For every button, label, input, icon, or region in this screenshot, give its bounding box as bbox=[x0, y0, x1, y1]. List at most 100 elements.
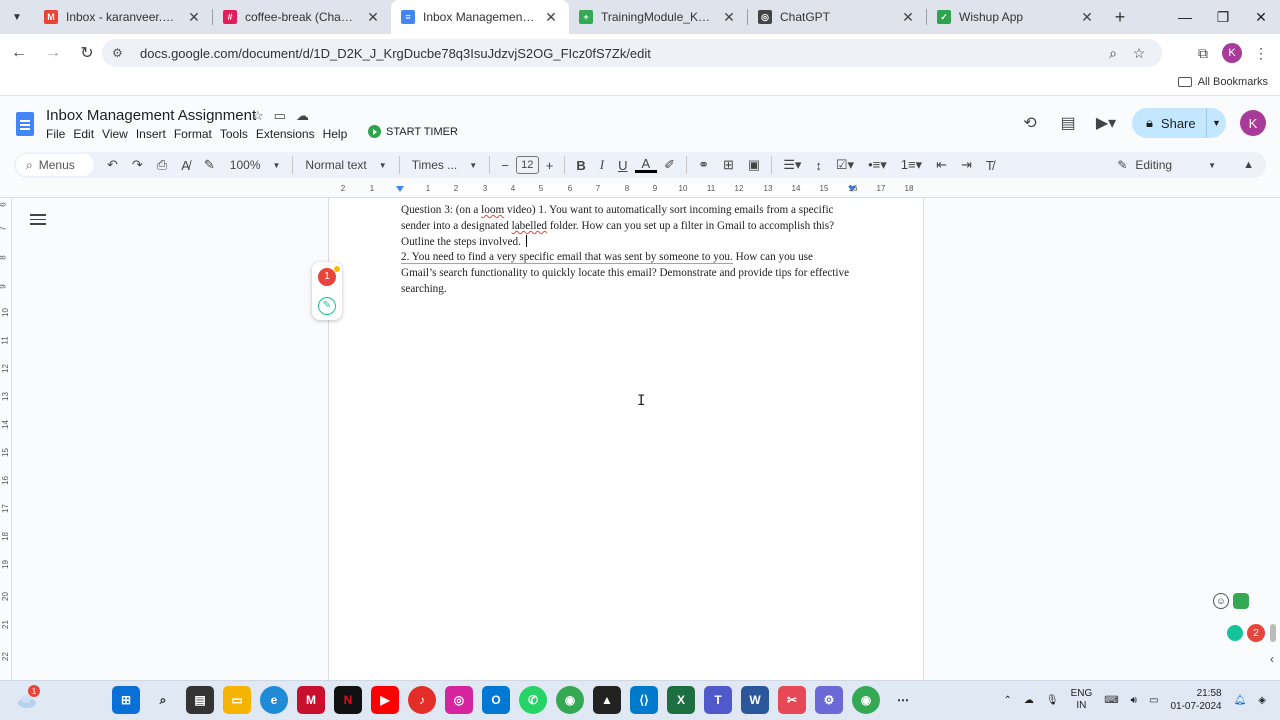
increase-indent-icon[interactable]: ⇥ bbox=[954, 157, 979, 173]
url-text[interactable]: docs.google.com/document/d/1D_D2K_J_KrgD… bbox=[132, 46, 1100, 61]
more-menu-icon[interactable]: ⋮ bbox=[1248, 45, 1274, 62]
checklist-icon[interactable]: ☑▾ bbox=[829, 157, 861, 173]
netflix-icon[interactable]: N bbox=[334, 686, 362, 714]
assistant-icon[interactable] bbox=[1227, 625, 1243, 641]
profile-avatar[interactable]: K bbox=[1222, 43, 1242, 63]
chevron-left-icon[interactable]: ‹ bbox=[1270, 652, 1274, 666]
numbered-list-icon[interactable]: 1≡▾ bbox=[894, 157, 929, 173]
link-icon[interactable]: ⚭ bbox=[691, 157, 716, 173]
share-button[interactable]: 🔒︎ Share ▼ bbox=[1132, 108, 1226, 138]
underline-icon[interactable]: U bbox=[611, 158, 634, 173]
bold-icon[interactable]: B bbox=[569, 158, 592, 173]
assistant-count-badge[interactable]: 2 bbox=[1247, 624, 1265, 642]
font-select[interactable]: Times ... ▼ bbox=[404, 158, 485, 172]
undo-icon[interactable]: ↶ bbox=[100, 157, 125, 173]
address-bar[interactable]: ⚙ docs.google.com/document/d/1D_D2K_J_Kr… bbox=[102, 39, 1162, 67]
line-spacing-icon[interactable]: ↕ bbox=[808, 158, 829, 173]
settings-icon[interactable]: ⚙ bbox=[815, 686, 843, 714]
add-comment-icon[interactable]: ⊞ bbox=[716, 157, 741, 173]
sidekick-icon[interactable] bbox=[1233, 593, 1249, 609]
feather-icon[interactable]: ✎ bbox=[318, 296, 336, 315]
align-icon[interactable]: ☰▾ bbox=[776, 157, 808, 173]
browser-tab[interactable]: ✓ Wishup App ✕ bbox=[927, 0, 1105, 34]
new-tab-button[interactable]: + bbox=[1105, 0, 1135, 34]
menu-help[interactable]: Help bbox=[323, 127, 356, 141]
more-apps-icon[interactable]: ⋯ bbox=[889, 686, 917, 714]
whatsapp-icon[interactable]: ✆ bbox=[519, 686, 547, 714]
vertical-ruler[interactable]: 6 7 8 9 10 11 12 13 14 15 16 17 18 19 20… bbox=[0, 198, 12, 680]
notification-bell-icon[interactable]: 🔔︎ bbox=[1234, 695, 1247, 706]
reload-icon[interactable]: ↻ bbox=[72, 38, 102, 68]
menu-extensions[interactable]: Extensions bbox=[256, 127, 323, 141]
browser-tab[interactable]: ◎ ChatGPT ✕ bbox=[748, 0, 926, 34]
decrease-indent-icon[interactable]: ⇤ bbox=[929, 157, 954, 173]
close-icon[interactable]: ✕ bbox=[900, 9, 916, 26]
decrease-font-icon[interactable]: − bbox=[494, 158, 516, 173]
insert-image-icon[interactable]: ▣ bbox=[741, 157, 767, 173]
document-title[interactable]: Inbox Management Assignment bbox=[46, 107, 256, 124]
browser-tab[interactable]: # coffee-break (Channel) - W ✕ bbox=[213, 0, 391, 34]
star-icon[interactable]: ☆ bbox=[252, 108, 264, 124]
chevron-down-icon[interactable]: ▼ bbox=[1206, 108, 1226, 138]
clock[interactable]: 21:58 01-07-2024 bbox=[1170, 687, 1221, 713]
cursor-app-icon[interactable]: ▲ bbox=[593, 686, 621, 714]
mcafee-icon[interactable]: M bbox=[297, 686, 325, 714]
battery-icon[interactable]: ▭ bbox=[1149, 695, 1158, 706]
snipping-tool-icon[interactable]: ✂ bbox=[778, 686, 806, 714]
redo-icon[interactable]: ↷ bbox=[125, 157, 150, 173]
teams-icon[interactable]: T bbox=[704, 686, 732, 714]
restore-icon[interactable]: ❐ bbox=[1204, 0, 1242, 34]
menu-file[interactable]: File bbox=[46, 127, 73, 141]
close-icon[interactable]: ✕ bbox=[1079, 9, 1095, 26]
copilot-icon[interactable]: ◈ bbox=[1258, 695, 1266, 706]
all-bookmarks-button[interactable]: All Bookmarks bbox=[1177, 76, 1268, 88]
start-icon[interactable]: ⊞ bbox=[112, 686, 140, 714]
paint-format-icon[interactable]: ✎ bbox=[197, 157, 222, 173]
chrome-icon[interactable]: ◉ bbox=[556, 686, 584, 714]
spelling-error[interactable]: loom bbox=[481, 204, 504, 216]
chrome-profile-icon[interactable]: ◉ bbox=[852, 686, 880, 714]
word-icon[interactable]: W bbox=[741, 686, 769, 714]
chevron-up-icon[interactable]: ⌃ bbox=[1003, 695, 1011, 706]
emoji-reaction-icon[interactable]: ☺ bbox=[1213, 593, 1229, 609]
language-indicator[interactable]: ENG IN bbox=[1071, 688, 1093, 712]
forward-icon[interactable]: → bbox=[38, 38, 68, 68]
editing-mode-select[interactable]: ✎ Editing ▼ bbox=[1117, 158, 1216, 172]
network-icon[interactable]: ⌨ bbox=[1104, 695, 1118, 706]
close-icon[interactable]: ✕ bbox=[721, 9, 737, 26]
browser-tab-active[interactable]: ≡ Inbox Management Assign ✕ bbox=[391, 0, 569, 34]
start-timer-button[interactable]: START TIMER bbox=[368, 125, 458, 138]
spellcheck-icon[interactable]: A̸ bbox=[174, 158, 197, 173]
back-icon[interactable]: ← bbox=[4, 38, 34, 68]
zoom-icon[interactable]: ⌕ bbox=[1100, 45, 1126, 62]
youtube-icon[interactable]: ▶ bbox=[371, 686, 399, 714]
menu-view[interactable]: View bbox=[102, 127, 136, 141]
docs-logo-icon[interactable] bbox=[16, 112, 34, 136]
meet-icon[interactable]: ▶▾ bbox=[1094, 111, 1118, 135]
chevron-up-icon[interactable]: ▲ bbox=[1243, 159, 1254, 171]
style-select[interactable]: Normal text ▼ bbox=[297, 158, 394, 172]
close-window-icon[interactable]: ✕ bbox=[1242, 0, 1280, 34]
file-explorer-icon[interactable]: ▭ bbox=[223, 686, 251, 714]
extensions-icon[interactable]: ⧉ bbox=[1190, 45, 1216, 62]
print-icon[interactable]: ⎙ bbox=[150, 157, 174, 173]
menu-tools[interactable]: Tools bbox=[220, 127, 256, 141]
spelling-error[interactable]: labelled bbox=[512, 220, 547, 232]
cloud-status-icon[interactable]: ☁ bbox=[296, 108, 309, 124]
browser-tab[interactable]: + TrainingModule_Karanveer ✕ bbox=[569, 0, 747, 34]
bulleted-list-icon[interactable]: •≡▾ bbox=[861, 157, 894, 173]
version-history-icon[interactable]: ⟲ bbox=[1018, 111, 1042, 135]
bookmark-star-icon[interactable]: ☆ bbox=[1126, 45, 1152, 62]
close-icon[interactable]: ✕ bbox=[543, 9, 559, 26]
clear-formatting-icon[interactable]: T̸ bbox=[979, 158, 1001, 173]
volume-icon[interactable]: 🔊︎ bbox=[1131, 695, 1137, 706]
horizontal-ruler[interactable]: 2 1 1 2 3 4 5 6 7 8 9 10 11 12 13 14 15 … bbox=[0, 182, 1280, 198]
tab-search-dropdown-icon[interactable]: ▼ bbox=[0, 0, 34, 34]
search-icon[interactable]: ⌕ bbox=[149, 686, 177, 714]
document-outline-icon[interactable] bbox=[30, 214, 46, 228]
suggestion-count-badge[interactable]: 1 bbox=[318, 265, 340, 286]
move-folder-icon[interactable]: ▭ bbox=[274, 108, 286, 124]
text-color-icon[interactable]: A bbox=[634, 157, 658, 173]
font-size-input[interactable]: 12 bbox=[515, 156, 539, 174]
document-page[interactable]: Question 3: (on a loom video) 1. You wan… bbox=[328, 198, 924, 680]
